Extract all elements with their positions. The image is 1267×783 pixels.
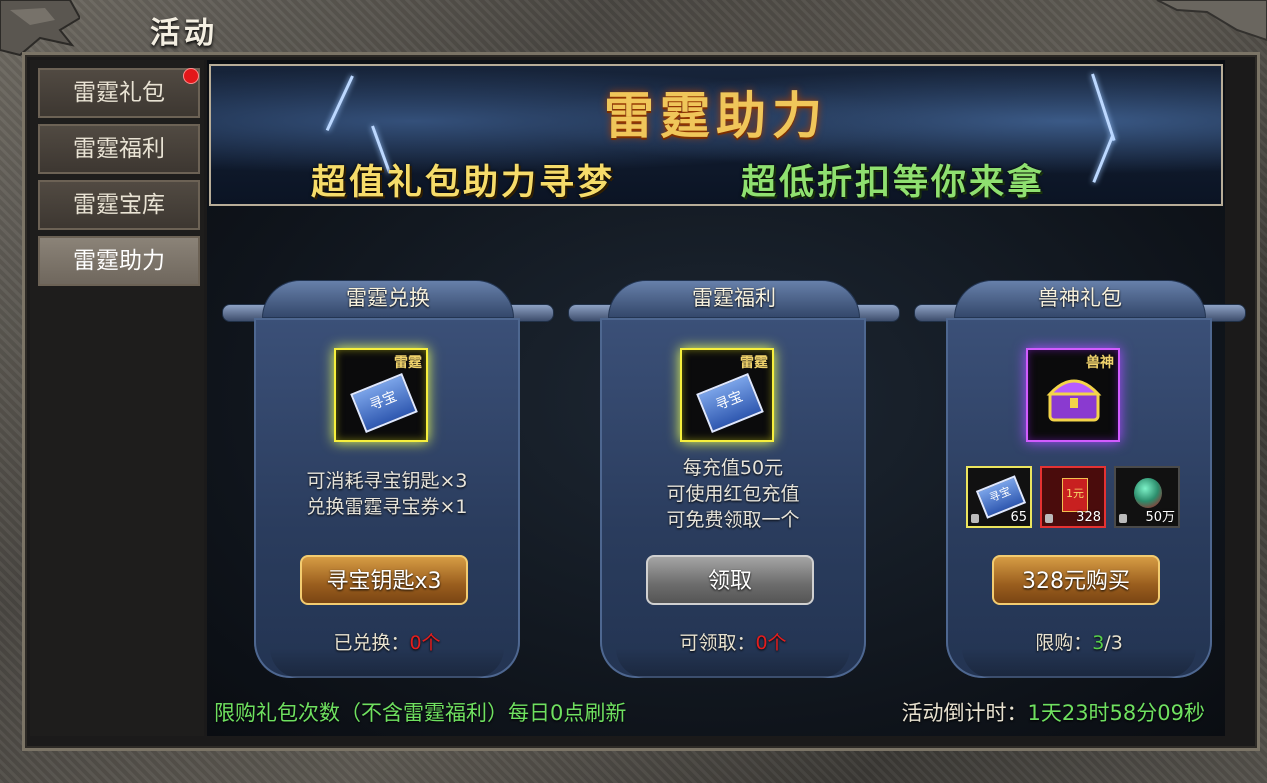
count-current: 3 xyxy=(1092,632,1105,654)
red-envelope-icon: 1元 xyxy=(1062,478,1088,512)
card-title: 雷霆福利 xyxy=(692,286,776,310)
ticket-text: 寻宝 xyxy=(350,373,418,433)
corner-ornament-icon xyxy=(1156,0,1267,42)
reward-red-envelope-slot[interactable]: 1元 328 xyxy=(1040,466,1106,528)
item-label: 雷霆 xyxy=(394,355,422,371)
dragon-ornament-icon xyxy=(0,0,80,57)
reward-qty: 65 xyxy=(1010,510,1027,525)
buy-button[interactable]: 328元购买 xyxy=(992,555,1160,605)
activity-banner: 雷霆助力 超值礼包助力寻梦 超低折扣等你来拿 xyxy=(209,64,1223,206)
count-label: 限购： xyxy=(1035,632,1093,654)
banner-title: 雷霆助力 xyxy=(604,86,828,145)
reward-gem-slot[interactable]: 50万 xyxy=(1114,466,1180,528)
count-value: 0个 xyxy=(409,632,441,654)
count-value: 0个 xyxy=(755,632,787,654)
sidebar-item-thunder-assist[interactable]: 雷霆助力 xyxy=(38,236,200,286)
countdown: 活动倒计时：1天23时58分09秒 xyxy=(901,697,1205,727)
sidebar-item-thunder-gift[interactable]: 雷霆礼包 xyxy=(38,68,200,118)
card-header: 雷霆福利 xyxy=(608,280,860,318)
countdown-value: 1天23时58分09秒 xyxy=(1027,701,1205,725)
count-label: 可领取： xyxy=(679,632,756,654)
card-beast-gift: 兽神礼包 兽神 寻宝 65 1元 328 50万 328元购买 限购：3/3 xyxy=(914,280,1246,680)
treasure-ticket-icon[interactable]: 雷霆 寻宝 xyxy=(334,348,428,442)
item-label: 兽神 xyxy=(1086,355,1114,371)
item-label: 雷霆 xyxy=(740,355,768,371)
claim-button[interactable]: 领取 xyxy=(646,555,814,605)
card-title: 兽神礼包 xyxy=(1038,286,1122,310)
lock-icon xyxy=(1119,514,1127,523)
reward-qty: 50万 xyxy=(1145,510,1175,525)
treasure-chest-icon[interactable]: 兽神 xyxy=(1026,348,1120,442)
card-header: 雷霆兑换 xyxy=(262,280,514,318)
reward-ticket-slot[interactable]: 寻宝 65 xyxy=(966,466,1032,528)
banner-subtitle-left: 超值礼包助力寻梦 xyxy=(311,163,616,203)
card-description: 每充值50元 可使用红包充值 可免费领取一个 xyxy=(568,455,898,533)
desc-line: 兑换雷霆寻宝券×1 xyxy=(306,496,468,518)
reward-qty: 328 xyxy=(1076,510,1101,525)
banner-subtitle-right: 超低折扣等你来拿 xyxy=(741,163,1046,203)
exchange-key-button[interactable]: 寻宝钥匙x3 xyxy=(300,555,468,605)
card-title: 雷霆兑换 xyxy=(346,286,430,310)
desc-line: 每充值50元 xyxy=(682,457,784,479)
gem-icon xyxy=(1134,478,1162,508)
lock-icon xyxy=(1045,514,1053,523)
desc-line: 可消耗寻宝钥匙×3 xyxy=(306,470,468,492)
lock-icon xyxy=(971,514,979,523)
sidebar-item-thunder-treasury[interactable]: 雷霆宝库 xyxy=(38,180,200,230)
refresh-note: 限购礼包次数（不含雷霆福利）每日0点刷新 xyxy=(214,701,627,725)
card-header: 兽神礼包 xyxy=(954,280,1206,318)
chest-graphic xyxy=(1046,379,1102,422)
card-thunder-exchange: 雷霆兑换 雷霆 寻宝 可消耗寻宝钥匙×3 兑换雷霆寻宝券×1 寻宝钥匙x3 已兑… xyxy=(222,280,554,680)
countdown-label: 活动倒计时： xyxy=(901,701,1028,725)
ticket-text: 寻宝 xyxy=(696,373,764,433)
notification-dot-icon xyxy=(183,68,199,84)
purchase-limit: 限购：3/3 xyxy=(914,628,1244,655)
card-thunder-welfare: 雷霆福利 雷霆 寻宝 每充值50元 可使用红包充值 可免费领取一个 领取 可领取… xyxy=(568,280,900,680)
sidebar: 雷霆礼包 雷霆福利 雷霆宝库 雷霆助力 xyxy=(30,60,204,736)
desc-line: 可使用红包充值 xyxy=(666,483,800,505)
card-description: 可消耗寻宝钥匙×3 兑换雷霆寻宝券×1 xyxy=(222,468,552,520)
sidebar-item-thunder-welfare[interactable]: 雷霆福利 xyxy=(38,124,200,174)
window-title: 活动 xyxy=(150,16,218,51)
count-total: /3 xyxy=(1104,632,1123,654)
claim-count: 可领取：0个 xyxy=(568,628,898,655)
exchange-count: 已兑换：0个 xyxy=(222,628,552,655)
count-label: 已兑换： xyxy=(333,632,410,654)
desc-line: 可免费领取一个 xyxy=(666,509,800,531)
treasure-ticket-icon[interactable]: 雷霆 寻宝 xyxy=(680,348,774,442)
